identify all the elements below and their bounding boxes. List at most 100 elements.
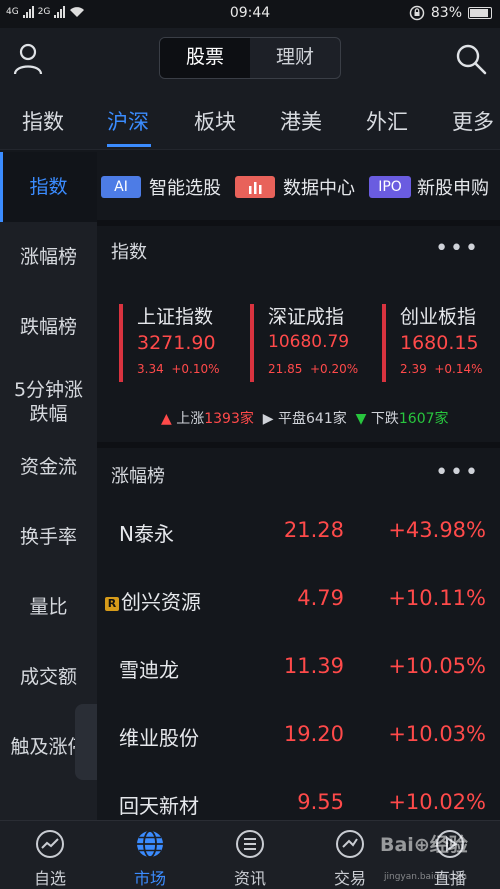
table-row[interactable]: N泰永 21.28 +43.98% [97, 498, 500, 566]
stock-price: 21.28 [283, 518, 344, 542]
quick-link-data-center[interactable]: 数据中心 [283, 174, 355, 200]
breadth-down-count: 1607家 [398, 411, 449, 427]
index-change-pct: +0.20% [310, 362, 359, 376]
sidebar-item-label: 成交额 [19, 666, 77, 688]
stock-name: 回天新材 [119, 794, 199, 818]
sidebar-item-label: 跌幅榜 [19, 316, 77, 338]
globe-icon [137, 830, 163, 858]
main-content: AI 智能选股 数据中心 IPO 新股申购 指数 ••• 上证指数 3271.9… [97, 152, 500, 820]
table-row[interactable]: 雪迪龙 11.39 +10.05% [97, 634, 500, 702]
sidebar-item-label: 换手率 [19, 526, 77, 548]
index-accent-bar [250, 304, 254, 382]
index-name: 上证指数 [137, 306, 214, 328]
index-change-points: 21.85 [268, 362, 303, 376]
chart-icon[interactable] [235, 176, 275, 198]
index-accent-bar [382, 304, 386, 382]
active-tab-indicator [107, 144, 151, 147]
stock-name-cell: R 创兴资源 [105, 586, 201, 615]
breadth-down-label: 下跌 [370, 411, 399, 427]
product-segment-control: 股票 理财 [159, 37, 341, 79]
sidebar-item-index[interactable]: 指数 [0, 152, 97, 222]
stock-name: N泰永 [119, 522, 174, 546]
sidebar-item-turnover[interactable]: 换手率 [0, 502, 97, 572]
index-card-sh[interactable]: 上证指数 3271.90 3.34 +0.10% [119, 302, 249, 382]
sidebar-item-label: 量比 [29, 596, 68, 618]
battery-icon [468, 7, 492, 19]
segment-stocks[interactable]: 股票 [160, 38, 250, 78]
index-value: 10680.79 [268, 332, 350, 352]
index-panel-title: 指数 [111, 242, 147, 263]
nav-news[interactable]: 资讯 [200, 821, 300, 889]
tab-shsz[interactable]: 沪深 [107, 106, 149, 136]
gainers-more-icon[interactable]: ••• [435, 460, 480, 485]
ai-badge-icon[interactable]: AI [101, 176, 141, 198]
stock-change-pct: +10.03% [388, 722, 486, 746]
tab-sector[interactable]: 板块 [194, 106, 236, 136]
user-icon[interactable] [12, 42, 44, 76]
tab-index[interactable]: 指数 [22, 106, 64, 136]
breadth-flat-label: 平盘 [278, 411, 307, 427]
sidebar-item-capital-flow[interactable]: 资金流 [0, 432, 97, 502]
sidebar-item-losers[interactable]: 跌幅榜 [0, 292, 97, 362]
stock-price: 9.55 [297, 790, 344, 814]
stock-name: 雪迪龙 [119, 658, 179, 682]
tab-more[interactable]: 更多 [452, 106, 494, 136]
gainers-panel-title: 涨幅榜 [111, 466, 165, 487]
sidebar-item-label: 资金流 [19, 456, 77, 478]
status-right: 83% [409, 5, 492, 21]
nav-market[interactable]: 市场 [100, 821, 200, 889]
stock-name: 创兴资源 [121, 590, 201, 614]
index-accent-bar [119, 304, 123, 382]
up-triangle-icon: ▲ [161, 411, 172, 427]
news-icon [236, 830, 264, 858]
quick-link-ipo[interactable]: 新股申购 [417, 174, 489, 200]
down-triangle-icon: ▼ [355, 411, 367, 427]
sidebar-item-amount[interactable]: 成交额 [0, 642, 97, 712]
app-header: 股票 理财 [0, 28, 500, 92]
index-value: 1680.15 [400, 332, 479, 354]
market-tabs: 指数 沪深 板块 港美 外汇 更多 [0, 92, 500, 150]
quick-links: AI 智能选股 数据中心 IPO 新股申购 [97, 152, 500, 220]
battery-percent: 83% [430, 5, 462, 21]
tab-hk-us[interactable]: 港美 [280, 106, 322, 136]
table-row[interactable]: 维业股份 19.20 +10.03% [97, 702, 500, 770]
stock-change-pct: +10.02% [388, 790, 486, 814]
margin-badge-icon: R [105, 597, 119, 611]
search-icon[interactable] [454, 42, 488, 76]
stock-price: 11.39 [283, 654, 344, 678]
nav-watchlist[interactable]: 自选 [0, 821, 100, 889]
index-change: 3.34 +0.10% [137, 362, 220, 376]
status-bar: 4G 2G 09:44 83% [0, 0, 500, 28]
sidebar-item-5min-change[interactable]: 5分钟涨 跌幅 [0, 362, 97, 442]
index-change-pct: +0.14% [434, 362, 483, 376]
stock-price: 4.79 [297, 586, 344, 610]
index-more-icon[interactable]: ••• [435, 236, 480, 261]
collapse-handle[interactable] [75, 704, 97, 780]
tab-forex[interactable]: 外汇 [366, 106, 408, 136]
sidebar-item-label: 涨幅榜 [19, 246, 77, 268]
segment-wealth[interactable]: 理财 [250, 38, 340, 78]
index-card-chinext[interactable]: 创业板指 1680.15 2.39 +0.14% [382, 302, 500, 382]
watermark-url: jingyan.baidu.com [384, 872, 468, 882]
stock-change-pct: +43.98% [388, 518, 486, 542]
ipo-badge-icon[interactable]: IPO [369, 176, 411, 198]
nav-label: 资讯 [233, 869, 266, 888]
index-change: 2.39 +0.14% [400, 362, 483, 376]
stock-change-pct: +10.05% [388, 654, 486, 678]
trade-icon [336, 830, 364, 858]
divider [97, 220, 500, 226]
quick-link-smart-picker[interactable]: 智能选股 [149, 174, 221, 200]
index-card-sz[interactable]: 深证成指 10680.79 21.85 +0.20% [250, 302, 380, 382]
sidebar-item-volume-ratio[interactable]: 量比 [0, 572, 97, 642]
index-name: 创业板指 [400, 306, 477, 328]
nav-label: 市场 [133, 869, 166, 888]
index-change-pct: +0.10% [171, 362, 220, 376]
sidebar-item-label: 5分钟涨 跌幅 [13, 379, 84, 425]
market-breadth: ▲ 上涨1393家 ▶ 平盘641家 ▼ 下跌1607家 [161, 408, 449, 428]
table-row[interactable]: R 创兴资源 4.79 +10.11% [97, 566, 500, 634]
sidebar-item-gainers[interactable]: 涨幅榜 [0, 222, 97, 292]
index-change-points: 2.39 [400, 362, 427, 376]
index-value: 3271.90 [137, 332, 216, 354]
nav-label: 自选 [33, 869, 66, 888]
divider [97, 442, 500, 448]
